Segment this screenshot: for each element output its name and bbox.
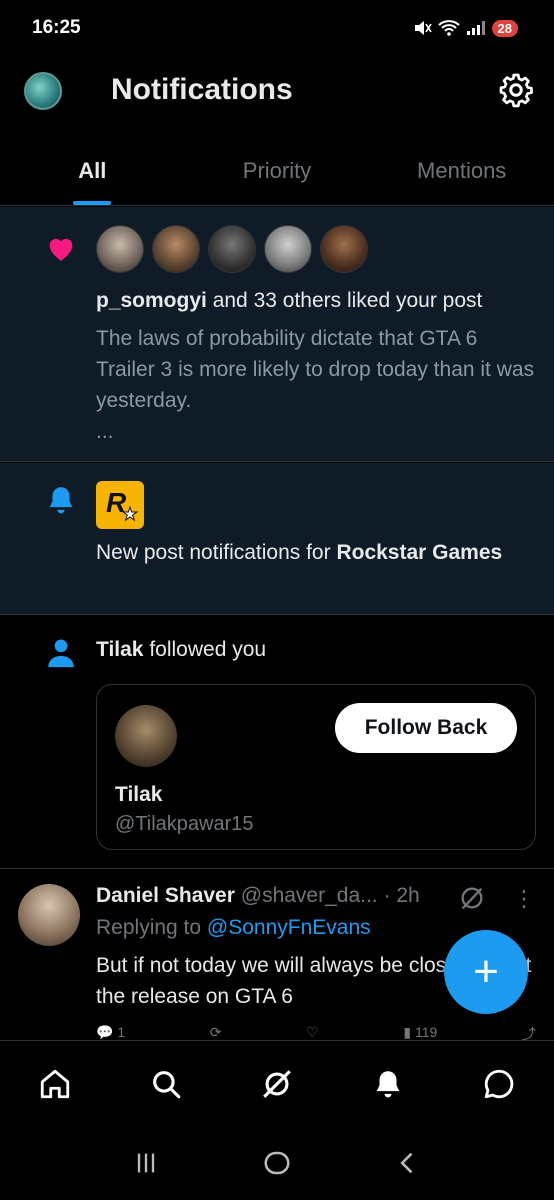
tab-label: Priority (242, 158, 312, 183)
avatar[interactable] (264, 225, 312, 273)
avatar[interactable] (320, 225, 368, 273)
replying-prefix: Replying to (96, 916, 207, 939)
back-button[interactable] (388, 1143, 428, 1183)
follower-card[interactable]: Follow Back Tilak @Tilakpawar15 (96, 684, 536, 850)
follower-card-name: Tilak (115, 783, 163, 806)
avatar[interactable] (152, 225, 200, 273)
views-count[interactable]: ▮ 119 (403, 1024, 437, 1040)
tab-mentions[interactable]: Mentions (369, 140, 554, 205)
search-icon (153, 1070, 181, 1098)
views-count-value: 119 (414, 1024, 438, 1040)
status-bar: 16:25 28 (0, 0, 554, 56)
follow-back-button[interactable]: Follow Back (335, 703, 517, 753)
follow-summary: Tilak followed you (96, 638, 266, 662)
tab-all[interactable]: All (0, 140, 185, 205)
like-icon[interactable]: ♡ (306, 1024, 319, 1040)
more-options-icon[interactable]: ⋮ (510, 886, 538, 914)
author-handle: @shaver_da... (240, 884, 378, 907)
nav-notifications[interactable] (360, 1056, 416, 1112)
grok-icon (263, 1069, 291, 1098)
avatar[interactable] (208, 225, 256, 273)
nav-search[interactable] (138, 1056, 194, 1112)
follow-notification[interactable]: Tilak followed you Follow Back Tilak @Ti… (0, 616, 554, 869)
header: Notifications (0, 56, 554, 128)
home-system-button[interactable] (257, 1143, 297, 1183)
post-preview: The laws of probability dictate that GTA… (96, 323, 536, 447)
status-time: 16:25 (32, 17, 81, 38)
compose-button[interactable]: + (444, 930, 528, 1014)
separator: · (377, 884, 397, 907)
grok-icon[interactable] (458, 884, 486, 912)
post-notification-prefix: New post notifications for (96, 541, 337, 564)
mute-icon (414, 21, 432, 35)
nav-grok[interactable] (249, 1056, 305, 1112)
system-nav (0, 1126, 554, 1200)
bell-icon (376, 1070, 400, 1097)
liker-avatars (96, 225, 368, 273)
follower-name[interactable]: Tilak (96, 638, 143, 661)
recents-icon (137, 1153, 154, 1173)
tab-priority[interactable]: Priority (185, 140, 370, 205)
heart-icon (49, 238, 73, 261)
liker-name[interactable]: p_somogyi (96, 289, 207, 312)
like-summary-text: and 33 others liked your post (206, 289, 483, 312)
like-summary: p_somogyi and 33 others liked your post (96, 289, 482, 313)
gear-icon[interactable] (498, 72, 534, 108)
profile-avatar[interactable] (24, 72, 62, 110)
reply-count-value: 1 (117, 1024, 126, 1040)
avatar[interactable] (96, 225, 144, 273)
tab-label: Mentions (417, 158, 507, 183)
account-name[interactable]: Rockstar Games (336, 541, 502, 564)
follower-card-handle: @Tilakpawar15 (115, 813, 254, 835)
battery-level: 28 (491, 19, 518, 37)
home-icon (41, 1069, 70, 1098)
repost-icon[interactable]: ⟳ (210, 1024, 222, 1040)
active-tab-indicator (73, 201, 112, 205)
recents-button[interactable] (126, 1143, 166, 1183)
rockstar-logo[interactable]: R ★ (96, 481, 144, 529)
back-icon (400, 1152, 413, 1174)
post-time: 2h (396, 884, 420, 907)
person-icon (48, 639, 74, 668)
chat-bubble-icon (484, 1069, 513, 1098)
like-notification[interactable]: p_somogyi and 33 others liked your post … (0, 207, 554, 462)
post-actions: 💬 1 ⟳ ♡ ▮ 119 ⤴ (96, 1024, 536, 1040)
tab-bar: All Priority Mentions (0, 140, 554, 206)
post-preview-text: The laws of probability dictate that GTA… (96, 327, 535, 412)
signal-icon (466, 21, 485, 35)
post-preview-ellipsis: ... (96, 420, 114, 443)
wifi-icon (437, 20, 460, 36)
post-notification[interactable]: R ★ New post notifications for Rockstar G… (0, 463, 554, 615)
page-title: Notifications (111, 73, 293, 106)
replying-to: Replying to @SonnyFnEvans (96, 916, 371, 940)
avatar[interactable] (18, 884, 80, 946)
bell-icon (49, 487, 73, 514)
avatar[interactable] (115, 705, 177, 767)
follow-summary-text: followed you (143, 638, 267, 661)
nav-home[interactable] (27, 1056, 83, 1112)
share-icon[interactable]: ⤴ (522, 1024, 536, 1040)
status-icons: 28 (412, 18, 518, 38)
home-circle-icon (264, 1151, 290, 1175)
tab-label: All (78, 158, 107, 183)
reply-header: Daniel Shaver @shaver_da... · 2h (96, 884, 420, 908)
replying-to-link[interactable]: @SonnyFnEvans (207, 916, 371, 939)
star-icon: ★ (121, 504, 138, 525)
nav-messages[interactable] (471, 1056, 527, 1112)
reply-count[interactable]: 💬 1 (96, 1024, 125, 1040)
post-notification-text: New post notifications for Rockstar Game… (96, 537, 516, 568)
plus-icon: + (473, 947, 499, 996)
bottom-nav (0, 1040, 554, 1126)
author-name[interactable]: Daniel Shaver (96, 884, 235, 907)
